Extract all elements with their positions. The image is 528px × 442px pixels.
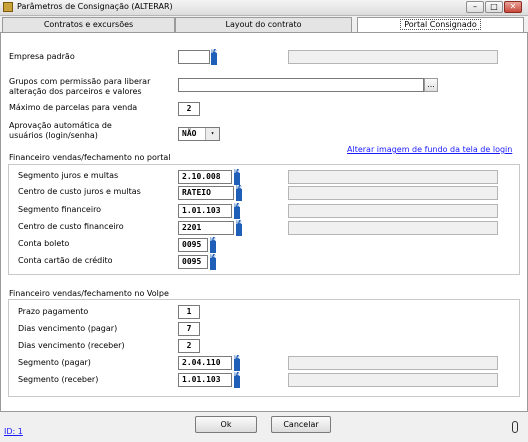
empresa-padrao-label: Empresa padrão bbox=[9, 52, 75, 61]
f4-lookup-icon[interactable]: F4 bbox=[234, 355, 241, 371]
centro-custo-financeiro-field[interactable]: 2201 bbox=[178, 221, 234, 235]
conta-cartao-label: Conta cartão de crédito bbox=[18, 256, 113, 265]
segmento-pagar-field[interactable]: 2.04.110 bbox=[178, 356, 232, 370]
maximo-parcelas-field[interactable]: 2 bbox=[178, 102, 200, 116]
centro-custo-juros-field[interactable]: RATEIO bbox=[178, 186, 234, 200]
dias-vencimento-pagar-field[interactable]: 7 bbox=[178, 322, 200, 336]
f4-lookup-icon[interactable]: F4 bbox=[234, 169, 241, 185]
grupos-permissao-field[interactable] bbox=[178, 78, 424, 92]
aprovacao-automatica-value: NÃO bbox=[182, 129, 197, 138]
alterar-imagem-link[interactable]: Alterar imagem de fundo da tela de login bbox=[347, 145, 512, 154]
aprovacao-label-line1: Aprovação automática de bbox=[9, 121, 112, 130]
maximize-button[interactable]: □ bbox=[485, 1, 503, 13]
f4-lookup-icon[interactable]: F4 bbox=[210, 237, 217, 253]
dias-vencimento-receber-field[interactable]: 2 bbox=[178, 339, 200, 353]
centro-custo-financeiro-description bbox=[288, 221, 498, 235]
empresa-padrao-field[interactable] bbox=[178, 50, 210, 64]
centro-custo-financeiro-label: Centro de custo financeiro bbox=[18, 222, 124, 231]
segmento-juros-label: Segmento juros e multas bbox=[18, 171, 119, 180]
title-bar: Parâmetros de Consignação (ALTERAR) – □ … bbox=[0, 0, 528, 16]
tab-layout-contrato[interactable]: Layout do contrato bbox=[175, 17, 352, 32]
minimize-button[interactable]: – bbox=[466, 1, 484, 13]
conta-boleto-field[interactable]: 0095 bbox=[178, 238, 208, 252]
empresa-padrao-description bbox=[288, 50, 498, 64]
f4-lookup-icon[interactable]: F4 bbox=[236, 185, 243, 201]
ellipsis-button[interactable]: ... bbox=[424, 78, 438, 92]
tab-portal-consignado[interactable]: Portal Consignado bbox=[357, 17, 524, 33]
tab-contratos-excursoes[interactable]: Contratos e excursões bbox=[2, 17, 175, 32]
aprovacao-label-line2: usuários (login/senha) bbox=[9, 131, 98, 140]
conta-boleto-label: Conta boleto bbox=[18, 239, 70, 248]
window-title: Parâmetros de Consignação (ALTERAR) bbox=[17, 2, 173, 11]
prazo-pagamento-label: Prazo pagamento bbox=[18, 307, 89, 316]
prazo-pagamento-field[interactable]: 1 bbox=[178, 305, 200, 319]
app-icon bbox=[3, 2, 13, 12]
f4-lookup-icon[interactable]: F4 bbox=[210, 254, 217, 270]
segmento-pagar-label: Segmento (pagar) bbox=[18, 358, 91, 367]
conta-cartao-field[interactable]: 0095 bbox=[178, 255, 208, 269]
segmento-financeiro-label: Segmento financeiro bbox=[18, 205, 102, 214]
close-button[interactable]: ✕ bbox=[504, 1, 522, 13]
segmento-receber-label: Segmento (receber) bbox=[18, 375, 99, 384]
f4-lookup-icon[interactable]: F4 bbox=[236, 220, 243, 236]
grupos-label-line1: Grupos com permissão para liberar bbox=[9, 77, 151, 86]
record-id-link[interactable]: ID: 1 bbox=[4, 427, 23, 436]
tab-portal-consignado-label: Portal Consignado bbox=[400, 19, 481, 30]
tab-bar: Contratos e excursões Layout do contrato… bbox=[0, 17, 528, 33]
grupos-label-line2: alteração dos parceiros e valores bbox=[9, 87, 142, 96]
dias-vencimento-receber-label: Dias vencimento (receber) bbox=[18, 341, 125, 350]
segmento-financeiro-field[interactable]: 1.01.103 bbox=[178, 204, 232, 218]
aprovacao-automatica-select[interactable]: NÃO ▾ bbox=[178, 127, 220, 141]
chevron-down-icon[interactable]: ▾ bbox=[205, 128, 219, 140]
segmento-financeiro-description bbox=[288, 204, 498, 218]
ok-button[interactable]: Ok bbox=[195, 416, 257, 433]
segmento-juros-field[interactable]: 2.10.008 bbox=[178, 170, 232, 184]
centro-custo-juros-description bbox=[288, 186, 498, 200]
centro-custo-juros-label: Centro de custo juros e multas bbox=[18, 187, 141, 196]
segmento-receber-description bbox=[288, 373, 498, 387]
f4-lookup-icon[interactable]: F4 bbox=[234, 203, 241, 219]
portal-section-title: Financeiro vendas/fechamento no portal bbox=[9, 153, 171, 162]
maximo-parcelas-label: Máximo de parcelas para venda bbox=[9, 103, 138, 112]
segmento-juros-description bbox=[288, 170, 498, 184]
dias-vencimento-pagar-label: Dias vencimento (pagar) bbox=[18, 324, 118, 333]
f4-lookup-icon[interactable]: F4 bbox=[234, 372, 241, 388]
segmento-pagar-description bbox=[288, 356, 498, 370]
segmento-receber-field[interactable]: 1.01.103 bbox=[178, 373, 232, 387]
cancel-button[interactable]: Cancelar bbox=[271, 416, 331, 433]
volpe-section-title: Financeiro vendas/fechamento no Volpe bbox=[9, 289, 169, 298]
f4-lookup-icon[interactable]: F4 bbox=[211, 49, 218, 65]
paperclip-icon[interactable] bbox=[512, 421, 518, 433]
